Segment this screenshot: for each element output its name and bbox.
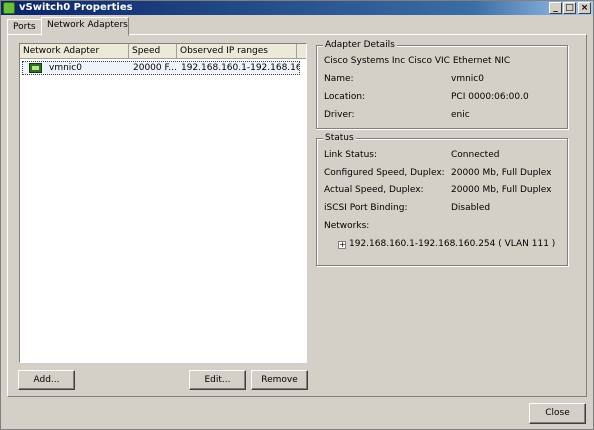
title-bar[interactable]: vSwitch0 Properties _ □ × [1, 1, 593, 15]
link-status-value: Connected [451, 150, 500, 160]
network-adapters-panel: Network Adapter Speed Observed IP ranges… [7, 34, 587, 397]
network-adapters-list[interactable]: Network Adapter Speed Observed IP ranges… [19, 43, 307, 363]
remove-button[interactable]: Remove [251, 370, 308, 390]
driver-value: enic [451, 110, 470, 120]
close-window-button[interactable]: × [578, 2, 591, 14]
minimize-button[interactable]: _ [549, 2, 562, 14]
column-header-observed-ip-ranges[interactable]: Observed IP ranges [177, 44, 297, 58]
ip-ranges-cell: 192.168.160.1-192.168.160... [181, 63, 299, 73]
location-value: PCI 0000:06:00.0 [451, 92, 529, 102]
adapter-details-title: Adapter Details [323, 40, 397, 51]
actual-speed-value: 20000 Mb, Full Duplex [451, 185, 552, 195]
name-label: Name: [324, 74, 354, 84]
properties-window: vSwitch0 Properties _ □ × Ports Network … [0, 0, 594, 430]
vsphere-app-icon [3, 2, 15, 14]
networks-label: Networks: [324, 221, 370, 231]
add-button[interactable]: Add... [18, 370, 75, 390]
column-header-speed[interactable]: Speed [129, 44, 177, 58]
network-adapter-icon [29, 63, 42, 73]
driver-label: Driver: [324, 110, 355, 120]
configured-speed-value: 20000 Mb, Full Duplex [451, 168, 552, 178]
name-value: vmnic0 [451, 74, 484, 84]
status-group: Status Link Status: Connected Configured… [316, 133, 568, 266]
tab-ports[interactable]: Ports [7, 19, 43, 35]
network-range-item[interactable]: 192.168.160.1-192.168.160.254 ( VLAN 111… [349, 239, 555, 250]
link-status-label: Link Status: [324, 150, 378, 160]
speed-cell: 20000 F... [133, 63, 177, 73]
close-button[interactable]: Close [529, 403, 586, 424]
iscsi-binding-value: Disabled [451, 203, 491, 213]
adapter-details-group: Adapter Details Cisco Systems Inc Cisco … [316, 40, 568, 129]
window-title: vSwitch0 Properties [19, 2, 133, 13]
table-row[interactable]: vmnic0 20000 F... 192.168.160.1-192.168.… [22, 61, 300, 75]
adapter-description: Cisco Systems Inc Cisco VIC Ethernet NIC [324, 56, 511, 66]
status-title: Status [323, 133, 356, 144]
edit-button[interactable]: Edit... [189, 370, 246, 390]
maximize-button[interactable]: □ [563, 2, 576, 14]
expand-plus-icon[interactable]: + [338, 241, 346, 249]
iscsi-binding-label: iSCSI Port Binding: [324, 203, 408, 213]
list-header: Network Adapter Speed Observed IP ranges [20, 44, 306, 59]
tab-network-adapters[interactable]: Network Adapters [41, 17, 129, 36]
configured-speed-label: Configured Speed, Duplex: [324, 168, 445, 178]
location-label: Location: [324, 92, 366, 102]
adapter-name-cell: vmnic0 [49, 63, 82, 73]
actual-speed-label: Actual Speed, Duplex: [324, 185, 424, 195]
column-header-network-adapter[interactable]: Network Adapter [20, 44, 129, 58]
